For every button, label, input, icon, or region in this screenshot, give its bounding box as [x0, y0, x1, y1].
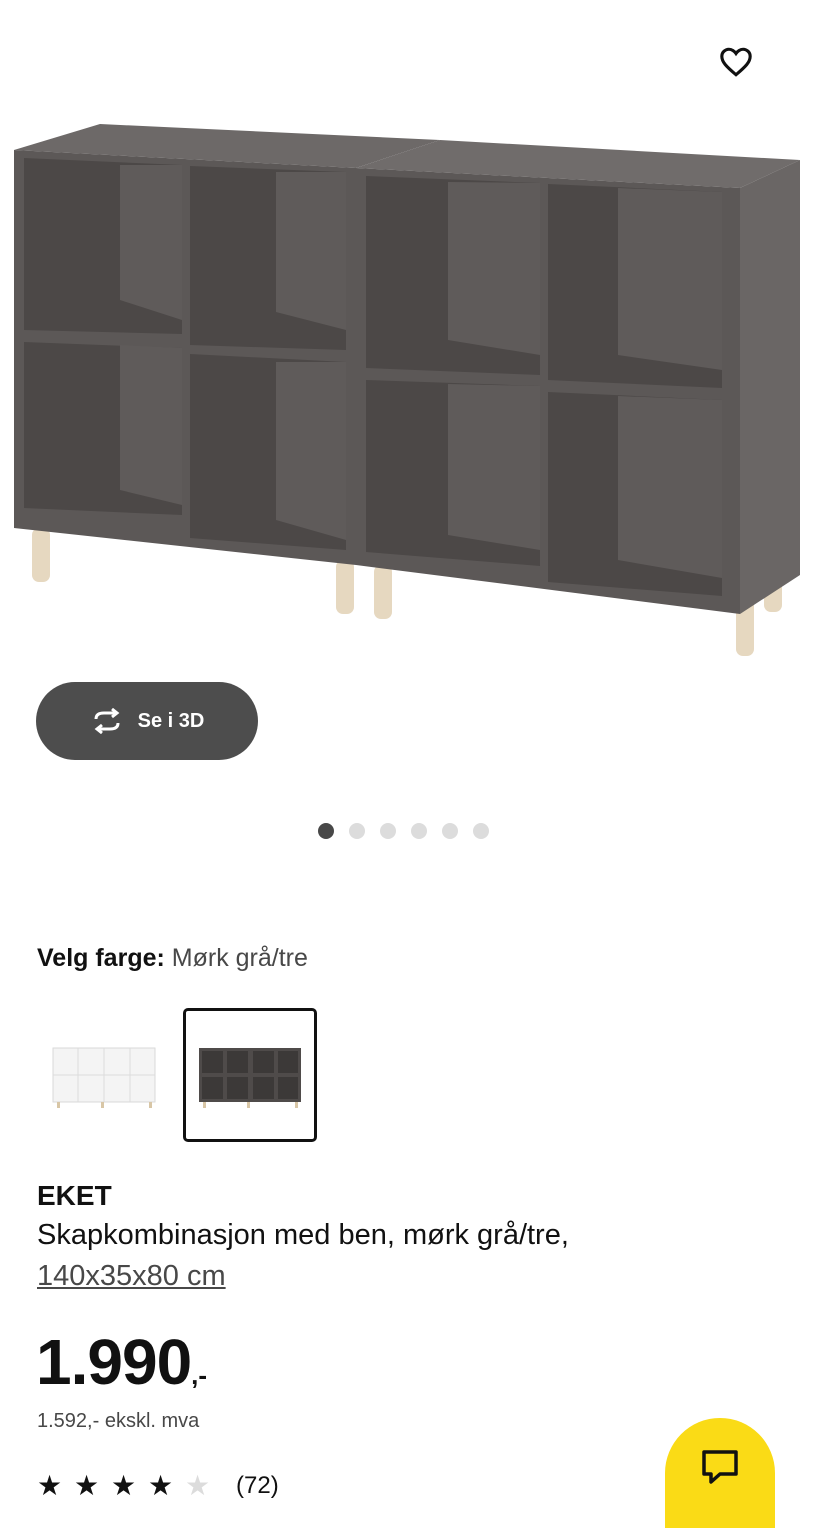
color-selector-label: Velg farge: Mørk grå/tre: [37, 944, 308, 973]
star-filled-icon: ★: [74, 1470, 100, 1501]
dark-grey-cabinet-thumbnail: [199, 1048, 301, 1108]
carousel-dot[interactable]: [349, 823, 365, 839]
carousel-dot[interactable]: [411, 823, 427, 839]
product-name: EKET: [37, 1180, 112, 1211]
price-ex-vat: 1.592,- ekskl. mva: [37, 1410, 200, 1432]
review-count: (72): [236, 1472, 279, 1499]
star-empty-icon: ★: [185, 1470, 211, 1501]
color-swatch-white[interactable]: [37, 1008, 171, 1142]
carousel-dot[interactable]: [380, 823, 396, 839]
price-suffix: ,-: [191, 1360, 208, 1390]
rotate-3d-icon: [94, 708, 120, 734]
color-swatch-dark-grey[interactable]: [183, 1008, 317, 1142]
star-filled-icon: ★: [37, 1470, 63, 1501]
view-3d-button[interactable]: Se i 3D: [36, 682, 258, 760]
cabinet-illustration: [14, 124, 800, 656]
star-filled-icon: ★: [148, 1470, 174, 1501]
selected-color: Mørk grå/tre: [171, 944, 308, 972]
product-price: 1.990,-: [36, 1326, 207, 1411]
carousel-dots: [318, 822, 489, 840]
chat-icon: [702, 1450, 738, 1484]
view-3d-label: Se i 3D: [137, 709, 205, 732]
product-size-link[interactable]: 140x35x80 cm: [37, 1260, 226, 1293]
white-cabinet-thumbnail: [52, 1047, 156, 1108]
rating[interactable]: ★ ★ ★ ★ ★ (72): [37, 1470, 279, 1502]
star-filled-icon: ★: [111, 1470, 137, 1501]
carousel-dot[interactable]: [473, 823, 489, 839]
heart-outline-icon: [720, 47, 752, 77]
favorite-button[interactable]: [712, 38, 760, 86]
carousel-dot[interactable]: [318, 823, 334, 839]
carousel-dot[interactable]: [442, 823, 458, 839]
product-image[interactable]: [0, 0, 814, 680]
color-label: Velg farge:: [37, 944, 165, 972]
product-description: Skapkombinasjon med ben, mørk grå/tre,: [37, 1219, 569, 1251]
chat-button[interactable]: [665, 1418, 775, 1528]
price-main: 1.990: [36, 1326, 192, 1398]
